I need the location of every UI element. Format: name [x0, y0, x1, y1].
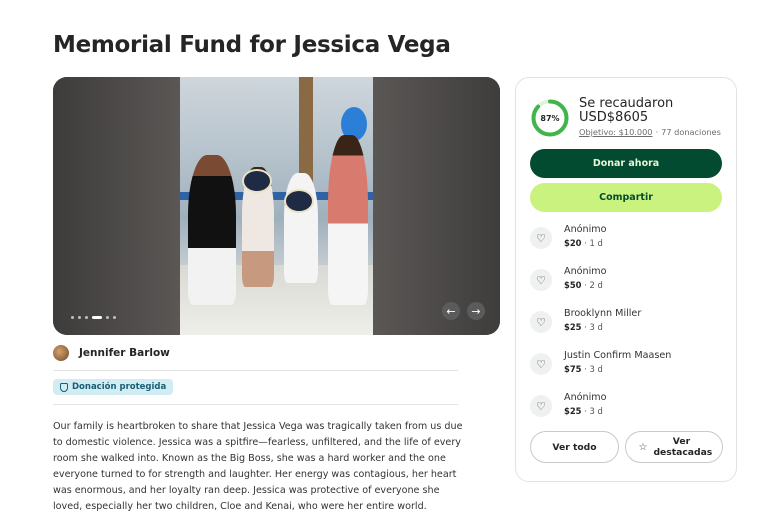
raised-amount: USD$8605: [579, 110, 649, 125]
person-figure: [328, 135, 368, 305]
donor-name: Justin Confirm Maasen: [564, 350, 672, 361]
divider: [53, 370, 458, 371]
share-button[interactable]: Compartir: [530, 183, 722, 212]
donation-time: 3 d: [589, 322, 603, 332]
heart-hand-icon: ♡: [536, 273, 546, 287]
list-item: ♡ Anónimo $50 · 2 d: [530, 265, 724, 307]
donation-amount: $75: [564, 364, 582, 374]
donor-icon: ♡: [530, 227, 552, 249]
gallery-blur-right: [373, 77, 500, 335]
donate-button[interactable]: Donar ahora: [530, 149, 722, 178]
gallery-dot[interactable]: [85, 316, 88, 319]
list-item: ♡ Brooklynn Miller $25 · 3 d: [530, 307, 724, 349]
donation-amount: $25: [564, 406, 582, 416]
person-figure: [188, 155, 236, 305]
donation-time: 3 d: [589, 364, 603, 374]
donation-time: 3 d: [589, 406, 603, 416]
donation-time: 1 d: [589, 238, 603, 248]
see-top-button[interactable]: ☆ Ver destacadas: [625, 431, 723, 463]
donation-time: 2 d: [589, 280, 603, 290]
photo-gallery[interactable]: ← →: [53, 77, 500, 335]
donor-icon: ♡: [530, 269, 552, 291]
gallery-blur-left: [53, 77, 180, 335]
gallery-next-button[interactable]: →: [467, 302, 485, 320]
heart-hand-icon: ♡: [536, 231, 546, 245]
star-icon: ☆: [638, 441, 648, 453]
arrow-left-icon: ←: [446, 304, 456, 318]
donor-name: Anónimo: [564, 224, 607, 235]
donation-card: 87% Se recaudaron USD$8605 Objetivo: $10…: [515, 77, 737, 482]
arrow-right-icon: →: [471, 304, 481, 318]
story-text: Our family is heartbroken to share that …: [53, 421, 463, 512]
donor-icon: ♡: [530, 353, 552, 375]
gallery-dot[interactable]: [113, 316, 116, 319]
donor-name: Anónimo: [564, 266, 607, 277]
page-title: Memorial Fund for Jessica Vega: [53, 32, 451, 58]
protected-donation-badge[interactable]: Donación protegida: [53, 379, 174, 395]
donation-amount: $20: [564, 238, 582, 248]
see-all-button[interactable]: Ver todo: [530, 431, 619, 463]
goal-line: Objetivo: $10.000 · 77 donaciones: [579, 127, 721, 137]
gallery-prev-button[interactable]: ←: [442, 302, 460, 320]
gallery-dot[interactable]: [106, 316, 109, 319]
gallery-dot[interactable]: [78, 316, 81, 319]
avatar: [53, 345, 69, 361]
heart-hand-icon: ♡: [536, 399, 546, 413]
donation-amount: $50: [564, 280, 582, 290]
donation-meta: $50 · 2 d: [564, 280, 603, 290]
shield-icon: [60, 382, 68, 392]
donation-meta: $75 · 3 d: [564, 364, 603, 374]
heart-hand-icon: ♡: [536, 357, 546, 371]
donations-count: 77 donaciones: [661, 127, 721, 137]
donation-amount: $25: [564, 322, 582, 332]
donor-icon: ♡: [530, 395, 552, 417]
list-item: ♡ Justin Confirm Maasen $75 · 3 d: [530, 349, 724, 391]
campaign-photo[interactable]: [180, 77, 373, 335]
graduation-sign: [242, 169, 272, 193]
list-item: ♡ Anónimo $20 · 1 d: [530, 223, 724, 265]
divider: [53, 404, 458, 405]
donations-list: ♡ Anónimo $20 · 1 d ♡ Anónimo $50 · 2 d …: [530, 223, 724, 433]
raised-label: Se recaudaron: [579, 96, 674, 111]
badge-label: Donación protegida: [72, 382, 167, 392]
donation-meta: $25 · 3 d: [564, 322, 603, 332]
graduation-sign: [284, 189, 314, 213]
donor-name: Anónimo: [564, 392, 607, 403]
donor-icon: ♡: [530, 311, 552, 333]
gallery-dot-active[interactable]: [92, 316, 102, 319]
organizer-name: Jennifer Barlow: [79, 347, 170, 359]
donor-name: Brooklynn Miller: [564, 308, 642, 319]
organizer[interactable]: Jennifer Barlow: [53, 345, 170, 361]
goal-link[interactable]: Objetivo: $10.000: [579, 127, 653, 137]
gallery-dot[interactable]: [71, 316, 74, 319]
see-top-label: Ver destacadas: [653, 436, 713, 458]
donation-meta: $20 · 1 d: [564, 238, 603, 248]
donation-meta: $25 · 3 d: [564, 406, 603, 416]
heart-hand-icon: ♡: [536, 315, 546, 329]
gallery-pagination: [71, 316, 116, 319]
progress-percent: 87%: [540, 113, 560, 123]
list-item: ♡ Anónimo $25 · 3 d: [530, 391, 724, 433]
